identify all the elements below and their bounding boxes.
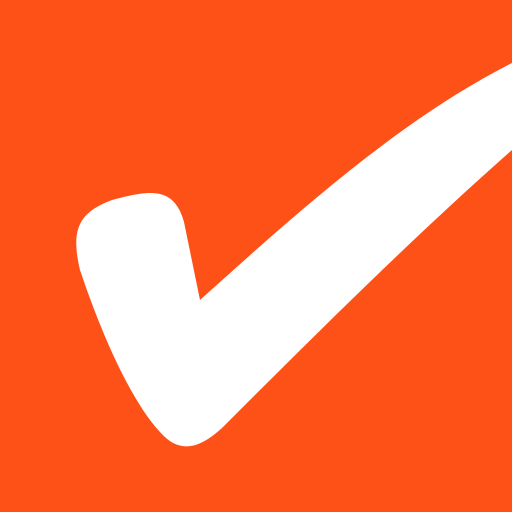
- checkmark-shape: [76, 63, 512, 447]
- app-icon: [0, 0, 512, 512]
- checkmark-icon: [76, 63, 512, 447]
